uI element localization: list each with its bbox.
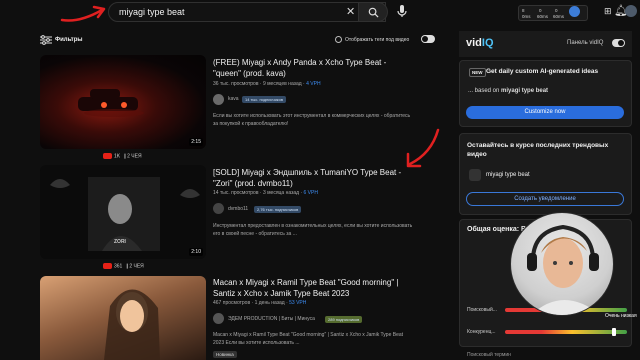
video-description: Macan x Miyagi x Ramil Type Beat "Good m…	[213, 332, 404, 346]
video-meta: 467 просмотров · 1 день назад · 53 VPH	[213, 300, 307, 306]
video-description: Если вы хотите использовать этот инструм…	[213, 113, 411, 127]
video-duration: 2:15	[189, 138, 203, 146]
video-stats: 361 ❙2 ЧЕЯ	[103, 263, 144, 269]
upload-age: 1 день назад	[254, 300, 285, 306]
account-avatar[interactable]	[625, 5, 637, 17]
channel-name[interactable]: kava	[228, 96, 239, 102]
video-stats: 1K ❙2 ЧЕЯ	[103, 153, 142, 159]
channel-name[interactable]: dvmbo11	[228, 206, 248, 212]
subscriber-badge: 289 подписчиков	[325, 316, 363, 323]
ext-stat-label: 60ms	[553, 14, 565, 19]
trend-alert-title: Оставайтесь в курсе последних трендовых …	[467, 142, 609, 158]
competition-bar	[505, 330, 627, 334]
competition-label: Конкуренц...	[467, 329, 496, 335]
customize-now-button[interactable]: Customize now	[466, 106, 624, 119]
filters-icon[interactable]	[40, 35, 52, 45]
channel-avatar[interactable]	[213, 94, 224, 105]
view-count: 36 тыс. просмотров	[213, 81, 259, 87]
competition-rating: Очень низкая	[605, 313, 637, 319]
youtube-icon	[103, 263, 112, 269]
ideas-subtitle: ... based on miyagi type beat	[468, 88, 549, 94]
video-thumbnail[interactable]: ZORI 2:10	[40, 165, 206, 259]
search-icon	[368, 7, 379, 18]
vph-value: 53 VPH	[289, 300, 307, 306]
new-badge: NEW	[469, 68, 486, 77]
annotation-arrow-2-icon	[406, 128, 440, 168]
search-query: miyagi type beat	[119, 7, 185, 17]
create-video-icon[interactable]: ⊞	[604, 6, 612, 17]
video-thumbnail[interactable]: 2:15	[40, 55, 206, 149]
video-thumbnail[interactable]	[40, 276, 206, 360]
ext-stat-value: 0	[539, 8, 542, 13]
facecam-overlay	[510, 212, 614, 316]
clear-search-icon[interactable]: ✕	[346, 6, 355, 18]
search-volume-label: Поисковый...	[467, 307, 497, 313]
overall-score-title: Общая оценка: В	[467, 226, 527, 233]
portrait-illustration: ZORI	[50, 177, 200, 251]
view-count: 467 просмотров	[213, 300, 251, 306]
microphone-icon[interactable]	[394, 3, 410, 19]
streamer-illustration	[527, 224, 601, 315]
video-meta: 36 тыс. просмотров · 9 месяцев назад · 4…	[213, 81, 321, 87]
vph-value: 4 VPH	[306, 81, 321, 87]
likes-count: 1K	[114, 153, 121, 160]
competition-marker	[612, 328, 616, 336]
alert-tag: miyagi type beat	[486, 172, 530, 178]
car-illustration	[78, 89, 144, 117]
channel-name[interactable]: ЭДЕМ PRODUCTION | Биты | Минуса	[228, 316, 315, 322]
vidiq-panel-toggle[interactable]	[612, 39, 625, 47]
search-button[interactable]	[358, 2, 388, 22]
view-count: 14 тыс. просмотров	[213, 190, 259, 196]
ext-stat-value: 0	[555, 8, 558, 13]
svg-text:ZORI: ZORI	[114, 239, 127, 245]
video-meta: 14 тыс. просмотров · 3 месяца назад · 6 …	[213, 190, 318, 196]
video-title[interactable]: Macan x Miyagi x Ramil Type Beat "Good m…	[213, 277, 413, 299]
search-input[interactable]: miyagi type beat ✕	[108, 2, 386, 22]
ideas-title: Get daily custom AI-generated ideas	[486, 68, 599, 75]
stat-secondary: 2 ЧЕЯ	[127, 153, 142, 160]
bell-icon	[469, 169, 481, 181]
ext-stat-label: 60ms	[537, 14, 549, 19]
video-duration: 2:10	[189, 248, 203, 256]
upload-age: 9 месяцев назад	[262, 81, 302, 87]
channel-avatar[interactable]	[213, 203, 224, 214]
vidiq-panel-label: Панель vidIQ	[567, 40, 604, 46]
channel-avatar[interactable]	[213, 313, 224, 324]
vidiq-logo: vidIQ	[466, 37, 494, 49]
tags-toggle-label: Отображать теги под видео	[345, 37, 410, 43]
new-badge: Новинка	[213, 351, 237, 358]
portrait-illustration	[104, 289, 160, 360]
video-title[interactable]: (FREE) Miyagi x Andy Panda x Xcho Type B…	[213, 57, 413, 79]
subscriber-badge: 2,76 тыс. подписчиков	[254, 206, 302, 213]
youtube-icon	[103, 153, 112, 159]
vidiq-extension-icon[interactable]	[569, 6, 580, 17]
search-term-label: Поисковый термин	[467, 352, 511, 358]
annotation-arrow-icon	[60, 5, 106, 22]
create-alert-button[interactable]: Создать уведомление	[466, 192, 624, 206]
ext-stat-value: 8	[522, 8, 525, 13]
video-title[interactable]: [SOLD] Miyagi x Эндшпиль x TumaniYO Type…	[213, 167, 413, 189]
vph-value: 6 VPH	[303, 190, 318, 196]
top-bar: miyagi type beat ✕ 8 0ms 0 60ms 0 60ms ⊞…	[0, 0, 640, 24]
video-description: Инструментал предоставлен в ознакомитель…	[213, 223, 413, 237]
likes-count: 361	[114, 263, 123, 270]
subscriber-badge: 14 тыс. подписчиков	[242, 96, 286, 103]
upload-age: 3 месяца назад	[262, 190, 300, 196]
stat-secondary: 2 ЧЕЯ	[129, 263, 144, 270]
tag-visibility-icon	[335, 36, 342, 43]
ext-stat-label: 0ms	[522, 14, 531, 19]
filters-button[interactable]: Фильтры	[55, 37, 83, 43]
tags-toggle[interactable]	[421, 35, 435, 43]
